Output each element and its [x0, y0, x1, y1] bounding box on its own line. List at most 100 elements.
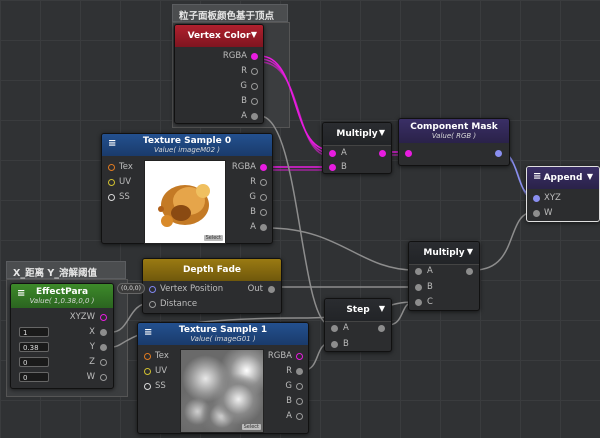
effect-para-w-field[interactable]: 0 — [19, 372, 49, 382]
append-node[interactable]: ≡ Append ▼ XYZ W — [526, 166, 600, 222]
vertex-color-b-dot[interactable] — [251, 98, 258, 105]
tex1-port-a: A — [286, 411, 292, 421]
tex0-uv-dot[interactable] — [108, 179, 115, 186]
collapse-triangle-icon[interactable]: ▼ — [379, 128, 385, 137]
tex1-rgba-dot[interactable] — [296, 353, 303, 360]
tex0-tex-dot[interactable] — [108, 164, 115, 171]
tex1-r-dot[interactable] — [296, 368, 303, 375]
multiply-2-port-c: C — [427, 297, 433, 307]
tex0-g-dot[interactable] — [260, 194, 267, 201]
vertex-color-node[interactable]: Vertex Color ▼ RGBA R G B A — [174, 24, 264, 124]
component-mask-header[interactable]: Component Mask Value( RGB ) — [399, 119, 509, 143]
multiply-node-2[interactable]: Multiply ▼ A B C — [408, 241, 480, 311]
step-node[interactable]: Step ▼ A B — [324, 298, 392, 352]
depth-fade-header[interactable]: Depth Fade — [143, 259, 281, 281]
depth-fade-out-dot[interactable] — [268, 286, 275, 293]
hamburger-menu-icon[interactable]: ≡ — [108, 139, 116, 149]
effect-para-w-dot[interactable] — [100, 374, 107, 381]
effect-para-z-field[interactable]: 0 — [19, 357, 49, 367]
vertex-color-r-dot[interactable] — [251, 68, 258, 75]
tex1-port-ss: SS — [155, 381, 166, 391]
vertex-color-port-r: R — [241, 66, 247, 76]
step-b-dot[interactable] — [331, 341, 338, 348]
multiply-node-1[interactable]: Multiply ▼ A B — [322, 122, 392, 174]
tex0-rgba-dot[interactable] — [260, 164, 267, 171]
component-mask-node[interactable]: Component Mask Value( RGB ) — [398, 118, 510, 166]
texture-sample-1-node[interactable]: ≡ Texture Sample 1 Value( imageG01 ) Tex… — [137, 322, 309, 434]
vertex-color-g-dot[interactable] — [251, 83, 258, 90]
tex0-port-a: A — [250, 222, 256, 232]
texture-sample-0-subtitle: Value( imageM02 ) — [154, 146, 220, 154]
depth-fade-vertex-dot[interactable] — [149, 286, 156, 293]
tex1-port-uv: UV — [155, 366, 168, 376]
multiply-2-a-dot[interactable] — [415, 268, 422, 275]
tex1-g-dot[interactable] — [296, 383, 303, 390]
effect-para-x-dot[interactable] — [100, 329, 107, 336]
texture-sample-1-header[interactable]: ≡ Texture Sample 1 Value( imageG01 ) — [138, 323, 308, 345]
texture-preview-cloud-noise[interactable]: Select — [180, 349, 264, 433]
tex1-uv-dot[interactable] — [144, 368, 151, 375]
collapse-triangle-icon[interactable]: ▼ — [587, 172, 593, 181]
tex1-select-button[interactable]: Select — [241, 424, 261, 430]
step-header[interactable]: Step ▼ — [325, 299, 391, 322]
texture-sample-0-title: Texture Sample 0 — [142, 136, 232, 146]
vertex-color-a-dot[interactable] — [251, 113, 258, 120]
depth-fade-node[interactable]: Depth Fade Vertex Position Distance Out — [142, 258, 282, 314]
tex1-tex-dot[interactable] — [144, 353, 151, 360]
multiply-1-out-dot[interactable] — [379, 150, 386, 157]
texture-sample-0-node[interactable]: ≡ Texture Sample 0 Value( imageM02 ) Tex… — [101, 133, 273, 244]
collapse-triangle-icon[interactable]: ▼ — [379, 304, 385, 313]
component-mask-out-dot[interactable] — [495, 150, 502, 157]
hamburger-menu-icon[interactable]: ≡ — [533, 172, 541, 182]
component-mask-subtitle: Value( RGB ) — [431, 132, 477, 140]
append-xyz-dot[interactable] — [533, 195, 540, 202]
step-title: Step — [346, 305, 370, 315]
effect-para-node[interactable]: ≡ EffectPara Value( 1,0.38,0,0 ) XYZW 1 … — [10, 283, 114, 389]
effect-para-y-dot[interactable] — [100, 344, 107, 351]
step-out-dot[interactable] — [378, 325, 385, 332]
effect-para-z-dot[interactable] — [100, 359, 107, 366]
tex1-a-dot[interactable] — [296, 413, 303, 420]
effect-para-y-field[interactable]: 0.38 — [19, 342, 49, 352]
multiply-2-header[interactable]: Multiply ▼ — [409, 242, 479, 265]
texture-sample-1-title: Texture Sample 1 — [178, 325, 268, 335]
collapse-triangle-icon[interactable]: ▼ — [251, 30, 257, 39]
vertex-color-rgba-dot[interactable] — [251, 53, 258, 60]
multiply-2-b-dot[interactable] — [415, 284, 422, 291]
vertex-color-header[interactable]: Vertex Color ▼ — [175, 25, 263, 47]
tex0-r-dot[interactable] — [260, 179, 267, 186]
tex0-port-g: G — [249, 192, 256, 202]
append-w-dot[interactable] — [533, 210, 540, 217]
hamburger-menu-icon[interactable]: ≡ — [17, 289, 25, 299]
effect-para-xyzw-dot[interactable] — [100, 314, 107, 321]
effect-para-port-z: Z — [89, 357, 95, 367]
append-port-xyz: XYZ — [544, 193, 561, 203]
append-header[interactable]: ≡ Append ▼ — [527, 167, 599, 189]
multiply-1-header[interactable]: Multiply ▼ — [323, 123, 391, 146]
multiply-1-b-dot[interactable] — [329, 164, 336, 171]
tex0-b-dot[interactable] — [260, 209, 267, 216]
depth-fade-distance-dot[interactable] — [149, 301, 156, 308]
multiply-1-port-a: A — [341, 148, 347, 158]
effect-para-header[interactable]: ≡ EffectPara Value( 1,0.38,0,0 ) — [11, 284, 113, 308]
tex1-ss-dot[interactable] — [144, 383, 151, 390]
tex1-b-dot[interactable] — [296, 398, 303, 405]
texture-preview-fist[interactable]: Select — [144, 160, 226, 244]
texture-sample-0-header[interactable]: ≡ Texture Sample 0 Value( imageM02 ) — [102, 134, 272, 156]
multiply-2-port-b: B — [427, 282, 433, 292]
effect-para-port-x: X — [89, 327, 95, 337]
tex0-ss-dot[interactable] — [108, 194, 115, 201]
tex1-port-tex: Tex — [155, 351, 169, 361]
multiply-2-c-dot[interactable] — [415, 299, 422, 306]
vertex-color-port-b: B — [241, 96, 247, 106]
tex0-select-button[interactable]: Select — [203, 235, 223, 241]
component-mask-in-dot[interactable] — [405, 150, 412, 157]
tex0-a-dot[interactable] — [260, 224, 267, 231]
multiply-2-out-dot[interactable] — [466, 268, 473, 275]
step-a-dot[interactable] — [331, 325, 338, 332]
hamburger-menu-icon[interactable]: ≡ — [144, 328, 152, 338]
tex1-port-b: B — [286, 396, 292, 406]
collapse-triangle-icon[interactable]: ▼ — [467, 247, 473, 256]
multiply-1-a-dot[interactable] — [329, 150, 336, 157]
effect-para-x-field[interactable]: 1 — [19, 327, 49, 337]
